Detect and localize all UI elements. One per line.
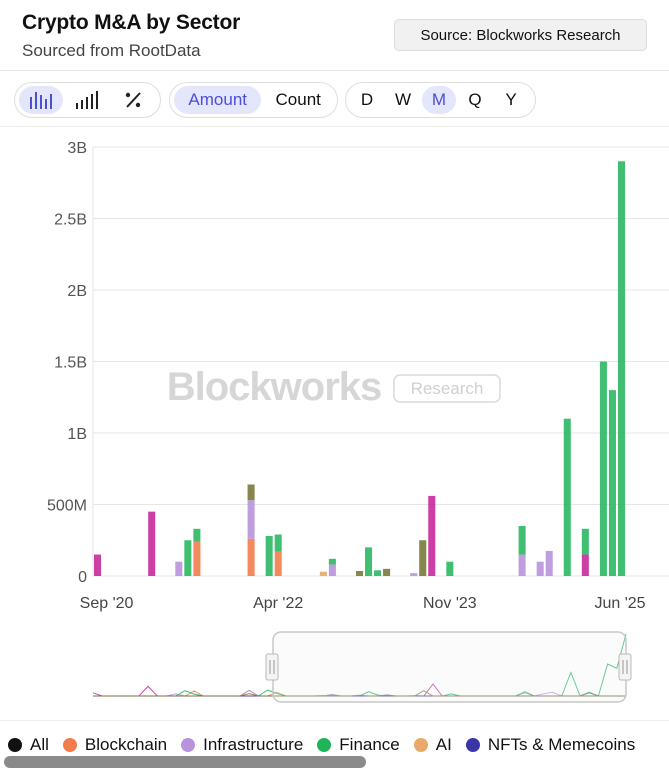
legend-dot [413,738,428,752]
x-tick-label: Sep '20 [80,595,134,612]
page-title: Crypto M&A by Sector [22,11,241,34]
navigator-right-handle[interactable] [618,653,632,681]
bar-segment[interactable] [428,495,436,576]
bar-segment[interactable] [563,418,571,576]
bar-segment[interactable] [247,484,255,501]
bar-segment[interactable] [247,538,255,576]
legend: All Blockchain Infrastructure Finance AI… [8,735,649,755]
metric-amount-button[interactable]: Amount [174,86,262,114]
x-tick-label: Apr '22 [253,595,303,612]
bar-segment[interactable] [274,551,282,576]
bar-segment[interactable] [518,525,526,555]
legend-item-all[interactable]: All [8,735,49,755]
legend-dot [317,738,332,752]
bar-segment[interactable] [193,528,201,542]
bar-segment[interactable] [355,570,364,576]
interval-q-button[interactable]: Q [458,86,492,114]
legend-label: All [30,735,49,754]
interval-y-button[interactable]: Y [494,86,528,114]
metric-count-button[interactable]: Count [263,86,333,114]
y-tick-label: 2B [67,283,87,300]
bar-segment[interactable] [617,161,626,577]
legend-label: Finance [339,735,400,754]
bar-segment[interactable] [545,550,553,576]
bar-segment[interactable] [365,547,373,576]
legend-label: NFTs & Memecoins [487,735,636,754]
legend-label: Infrastructure [203,735,304,754]
y-tick-label: 500M [47,498,87,515]
bar-segment[interactable] [518,554,526,576]
y-tick-label: 1.5B [54,355,87,372]
navigator-window[interactable] [272,631,627,703]
legend-dot [62,738,77,752]
legend-dot [181,738,196,752]
chart-type-selector [14,82,161,118]
bar-segment[interactable] [193,541,201,576]
main-chart: Blockworks Research 0500M1B1.5B2B2.5B3B … [47,140,669,612]
interval-m-button[interactable]: M [422,86,456,114]
bar-segment[interactable] [184,540,192,576]
bar-segment[interactable] [599,361,607,577]
bar-segment[interactable] [148,511,156,576]
x-tick-label: Jun '25 [594,595,645,612]
interval-selector: D W M Q Y [345,82,536,118]
metric-selector: Amount Count [169,82,338,118]
legend-scrollbar[interactable] [4,756,366,768]
legend-dot [465,738,480,752]
bar-segment[interactable] [536,561,544,576]
bar-chart-icon[interactable] [19,86,63,114]
bar-segment[interactable] [374,570,382,576]
legend-dot [8,738,22,752]
watermark: Blockworks Research [167,365,501,409]
page-subtitle: Sourced from RootData [22,41,201,60]
y-axis-ticks: 0 500M 1B 1.5B 2B 2.5B 3B [47,140,87,586]
range-navigator[interactable] [0,624,669,710]
bar-segment[interactable] [581,528,589,555]
legend-label: Blockchain [84,735,168,754]
y-tick-label: 0 [78,569,87,586]
y-tick-label: 3B [67,140,87,157]
bar-segment[interactable] [383,568,391,576]
header-divider [0,70,669,71]
interval-w-button[interactable]: W [386,86,420,114]
navigator-left-handle[interactable] [265,653,279,681]
bar-segment[interactable] [265,535,273,576]
legend-item-finance[interactable]: Finance [317,735,400,755]
watermark-brand: Blockworks [167,365,382,409]
bar-segment[interactable] [328,558,336,565]
grid-lines [92,146,669,577]
legend-item-ai[interactable]: AI [413,735,452,755]
legend-item-nfts[interactable]: NFTs & Memecoins [465,735,636,755]
source-button[interactable]: Source: Blockworks Research [394,19,647,51]
y-tick-label: 1B [67,426,87,443]
legend-label: AI [435,735,452,754]
bar-segment[interactable] [419,540,427,576]
bar-segment[interactable] [608,390,616,576]
x-tick-label: Nov '23 [423,595,477,612]
bar-segment[interactable] [247,500,255,539]
stacked-bar-icon[interactable] [65,86,109,114]
interval-d-button[interactable]: D [350,86,384,114]
percent-icon[interactable] [111,86,155,114]
legend-item-blockchain[interactable]: Blockchain [62,735,168,755]
bar-segment[interactable] [446,561,454,576]
bar-segment[interactable] [274,534,282,552]
watermark-badge: Research [411,379,484,398]
bar-segment[interactable] [328,564,336,576]
toolbar-divider [0,126,669,127]
x-axis-ticks: Sep '20 Apr '22 Nov '23 Jun '25 [80,595,646,612]
y-tick-label: 2.5B [54,212,87,229]
legend-divider [0,720,669,721]
bar-segment[interactable] [175,561,183,576]
bar-segment[interactable] [93,554,102,576]
bar-segment[interactable] [410,573,418,576]
legend-item-infrastructure[interactable]: Infrastructure [181,735,303,755]
bar-segment[interactable] [319,571,327,576]
bar-segment[interactable] [581,554,589,576]
